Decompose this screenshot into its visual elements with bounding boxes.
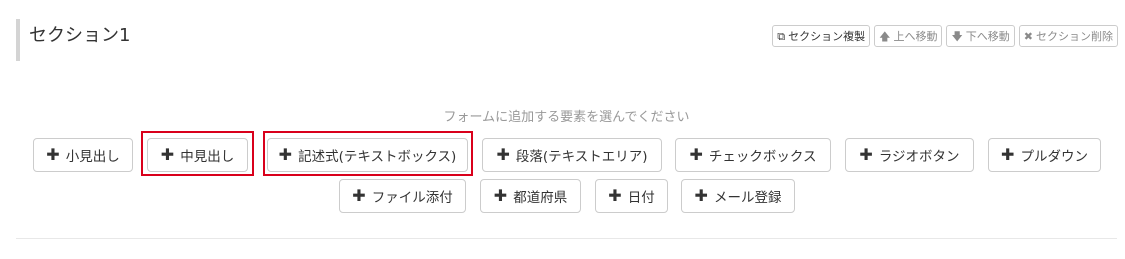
plus-icon: ✚ xyxy=(278,145,293,164)
move-up-label: 上へ移動 xyxy=(893,30,938,43)
arrow-up-icon: 🡅 xyxy=(879,29,891,43)
add-element-label: ラジオボタン xyxy=(878,149,960,165)
add-element-label: チェックボックス xyxy=(708,149,817,165)
add-element-label: 段落(テキストエリア) xyxy=(515,149,648,165)
form-builder-section: セクション1 ⧉ セクション複製 🡅 上へ移動 🡇 下へ移動 ✖ セクション削除… xyxy=(0,0,1125,259)
plus-icon: ✚ xyxy=(608,186,622,205)
section-accent-bar xyxy=(16,19,20,61)
plus-icon: ✚ xyxy=(689,145,703,164)
add-element-label: 小見出し xyxy=(65,149,120,165)
plus-icon: ✚ xyxy=(160,145,175,164)
section-title: セクション1 xyxy=(29,25,131,46)
add-element-label: プルダウン xyxy=(1020,149,1088,165)
plus-icon: ✚ xyxy=(493,186,508,205)
add-file-attachment-button[interactable]: ✚ ファイル添付 xyxy=(339,179,466,213)
section-toolbar: ⧉ セクション複製 🡅 上へ移動 🡇 下へ移動 ✖ セクション削除 xyxy=(772,25,1118,47)
plus-icon: ✚ xyxy=(859,145,873,164)
delete-section-label: セクション削除 xyxy=(1036,30,1113,43)
add-prefecture-button[interactable]: ✚ 都道府県 xyxy=(480,179,581,213)
plus-icon: ✚ xyxy=(694,186,708,205)
add-element-label: 都道府県 xyxy=(513,190,568,206)
add-dropdown-button[interactable]: ✚ プルダウン xyxy=(988,138,1101,172)
move-up-button[interactable]: 🡅 上へ移動 xyxy=(874,25,943,47)
add-medium-heading-button[interactable]: ✚ 中見出し xyxy=(147,138,248,172)
add-text-input-button[interactable]: ✚ 記述式(テキストボックス) xyxy=(267,138,468,172)
duplicate-section-button[interactable]: ⧉ セクション複製 xyxy=(772,25,871,47)
add-element-label: 中見出し xyxy=(180,149,235,165)
plus-icon: ✚ xyxy=(352,186,366,205)
delete-section-button[interactable]: ✖ セクション削除 xyxy=(1018,25,1118,47)
add-email-registration-button[interactable]: ✚ メール登録 xyxy=(681,179,795,213)
add-element-prompt: フォームに追加する要素を選んでください xyxy=(443,110,690,125)
close-icon: ✖ xyxy=(1023,29,1033,43)
add-date-button[interactable]: ✚ 日付 xyxy=(595,179,668,213)
arrow-down-icon: 🡇 xyxy=(951,29,963,43)
add-element-label: メール登録 xyxy=(713,190,782,206)
add-element-label: 記述式(テキストボックス) xyxy=(298,149,457,165)
add-textarea-button[interactable]: ✚ 段落(テキストエリア) xyxy=(482,138,662,172)
plus-icon: ✚ xyxy=(46,145,60,164)
plus-icon: ✚ xyxy=(496,145,510,164)
add-radio-button[interactable]: ✚ ラジオボタン xyxy=(845,138,974,172)
add-element-label: ファイル添付 xyxy=(371,190,453,206)
plus-icon: ✚ xyxy=(1001,145,1015,164)
section-divider xyxy=(16,238,1117,239)
duplicate-section-label: セクション複製 xyxy=(788,30,866,43)
add-checkbox-button[interactable]: ✚ チェックボックス xyxy=(675,138,831,172)
copy-icon: ⧉ xyxy=(777,29,786,43)
add-element-label: 日付 xyxy=(627,190,655,206)
move-down-label: 下へ移動 xyxy=(965,30,1010,43)
move-down-button[interactable]: 🡇 下へ移動 xyxy=(946,25,1015,47)
add-small-heading-button[interactable]: ✚ 小見出し xyxy=(33,138,133,172)
